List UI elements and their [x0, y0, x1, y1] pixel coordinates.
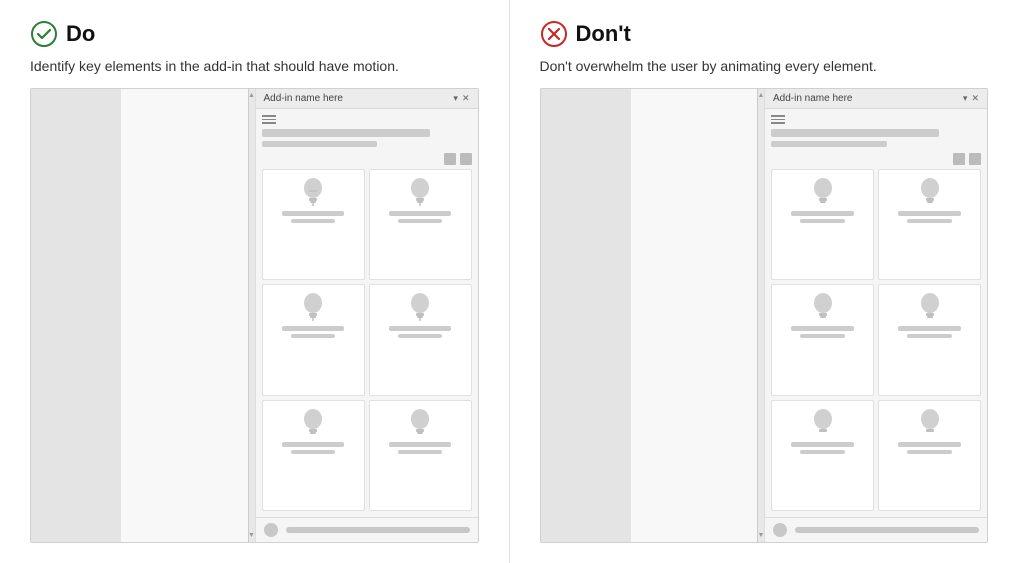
dont-panel: Don't Don't overwhelm the user by animat… [510, 0, 1018, 563]
do-toolbar [262, 153, 472, 165]
dont-card-6 [878, 400, 981, 511]
do-card-6-line1 [389, 442, 451, 447]
do-addin-controls: ▾ ✕ [453, 93, 469, 104]
do-addin-content [256, 109, 478, 517]
do-bottom-circle [264, 523, 278, 537]
do-card-1 [262, 169, 365, 280]
dont-card-5 [771, 400, 874, 511]
do-cards-grid [262, 169, 472, 511]
do-title: Do [66, 21, 95, 47]
do-card-3 [262, 284, 365, 395]
dont-card-3-bulb [809, 291, 837, 323]
dont-card-1-bulb [809, 176, 837, 208]
dont-addin-controls: ▾ ✕ [963, 93, 979, 104]
do-card-3-line2 [291, 334, 336, 338]
do-card-6-bulb [406, 407, 434, 439]
do-card-3-bulb [299, 291, 327, 323]
do-card-4-bulb [406, 291, 434, 323]
do-toolbar-grid-icon [460, 153, 472, 165]
dont-minimize-btn[interactable]: ▾ [963, 93, 968, 104]
dont-mockup-window: ▲ ▼ Add-in name here ▾ ✕ [540, 88, 989, 543]
dont-card-5-line2 [800, 450, 845, 454]
do-addin-title-text: Add-in name here [264, 93, 344, 104]
dont-card-2-bulb [916, 176, 944, 208]
dont-card-1-line1 [791, 211, 853, 216]
dont-card-4-line1 [898, 326, 960, 331]
dont-description: Don't overwhelm the user by animating ev… [540, 58, 989, 74]
do-card-2 [369, 169, 472, 280]
do-card-1-line1 [282, 211, 344, 216]
dont-card-3-line2 [800, 334, 845, 338]
dont-title: Don't [576, 21, 631, 47]
do-card-2-bulb [406, 176, 434, 208]
dont-text-narrow [771, 141, 887, 147]
do-bottom-bar [286, 527, 470, 533]
do-menu-icon [262, 115, 276, 125]
do-card-4 [369, 284, 472, 395]
dont-card-1-line2 [800, 219, 845, 223]
dont-close-btn[interactable]: ✕ [971, 93, 979, 104]
do-text-narrow [262, 141, 378, 147]
dont-card-4 [878, 284, 981, 395]
dont-card-3 [771, 284, 874, 395]
do-card-2-line2 [398, 219, 443, 223]
dont-card-2-line2 [907, 219, 952, 223]
do-card-5-line1 [282, 442, 344, 447]
check-circle-icon [30, 20, 58, 48]
dont-bottom-bar [795, 527, 979, 533]
do-addin-bottom [256, 517, 478, 542]
dont-toolbar [771, 153, 981, 165]
dont-menu-icon [771, 115, 785, 125]
do-panel: Do Identify key elements in the add-in t… [0, 0, 509, 563]
do-toolbar-list-icon [444, 153, 456, 165]
dont-card-6-line1 [898, 442, 960, 447]
x-circle-icon [540, 20, 568, 48]
dont-card-2 [878, 169, 981, 280]
dont-addin-bottom [765, 517, 987, 542]
dont-bottom-circle [773, 523, 787, 537]
dont-card-6-bulb [916, 407, 944, 439]
do-card-4-line1 [389, 326, 451, 331]
dont-card-2-line1 [898, 211, 960, 216]
do-mockup-window: ▲ ▼ Add-in name here ▾ ✕ [30, 88, 479, 543]
dont-card-5-line1 [791, 442, 853, 447]
dont-card-4-bulb [916, 291, 944, 323]
do-minimize-btn[interactable]: ▾ [453, 93, 458, 104]
dont-card-4-line2 [907, 334, 952, 338]
do-card-6 [369, 400, 472, 511]
dont-header: Don't [540, 20, 989, 48]
do-bg-left [31, 89, 121, 542]
dont-toolbar-list-icon [953, 153, 965, 165]
do-card-5-bulb [299, 407, 327, 439]
dont-toolbar-grid-icon [969, 153, 981, 165]
dont-card-1 [771, 169, 874, 280]
dont-card-3-line1 [791, 326, 853, 331]
do-card-2-line1 [389, 211, 451, 216]
do-card-1-bulb [299, 176, 327, 208]
dont-addin-titlebar: Add-in name here ▾ ✕ [765, 89, 987, 109]
do-card-3-line1 [282, 326, 344, 331]
do-card-6-line2 [398, 450, 443, 454]
dont-card-6-line2 [907, 450, 952, 454]
do-header: Do [30, 20, 479, 48]
do-addin-panel: Add-in name here ▾ ✕ [255, 89, 478, 542]
dont-text-wide [771, 129, 939, 137]
do-close-btn[interactable]: ✕ [462, 93, 470, 104]
dont-addin-title-text: Add-in name here [773, 93, 853, 104]
dont-card-5-bulb [809, 407, 837, 439]
dont-addin-content [765, 109, 987, 517]
dont-bg-left [541, 89, 631, 542]
dont-addin-panel: Add-in name here ▾ ✕ [764, 89, 987, 542]
do-card-5 [262, 400, 365, 511]
do-description: Identify key elements in the add-in that… [30, 58, 479, 74]
dont-cards-grid [771, 169, 981, 511]
do-card-1-line2 [291, 219, 336, 223]
do-addin-titlebar: Add-in name here ▾ ✕ [256, 89, 478, 109]
do-text-wide [262, 129, 430, 137]
do-card-4-line2 [398, 334, 443, 338]
do-card-5-line2 [291, 450, 336, 454]
